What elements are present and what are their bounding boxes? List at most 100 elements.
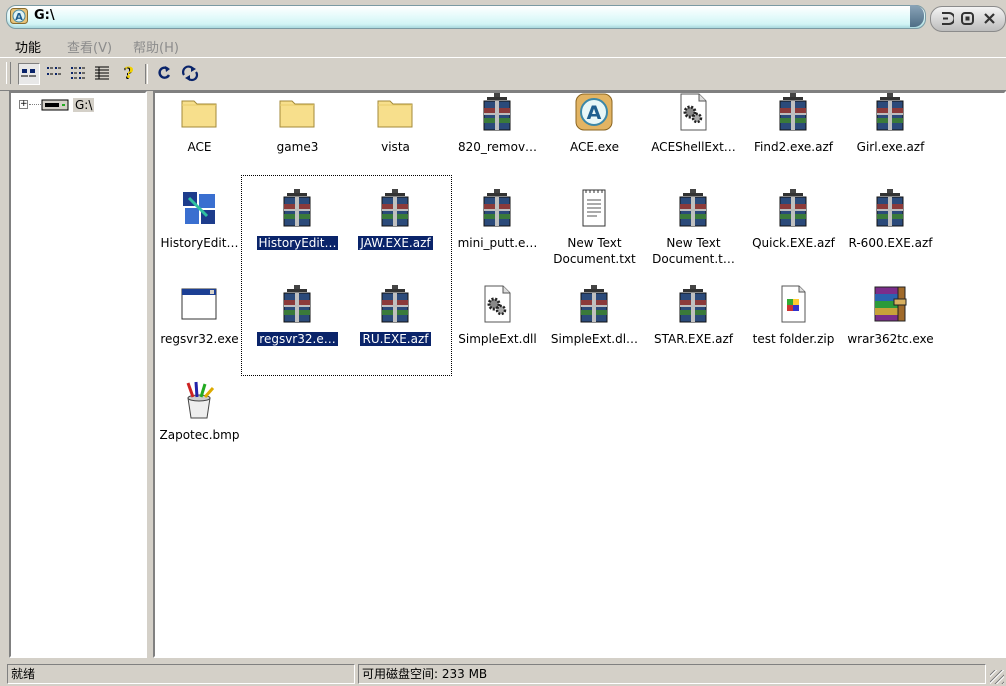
file-name-text: game3 bbox=[276, 140, 319, 154]
file-item[interactable]: New Text Document.txt bbox=[546, 188, 643, 278]
file-item[interactable]: HistoryEdit… bbox=[151, 188, 248, 278]
file-name-text: ACEShellExt… bbox=[651, 140, 736, 154]
sync-button[interactable] bbox=[180, 63, 202, 85]
winrar-icon bbox=[870, 284, 910, 324]
file-item[interactable]: Find2.exe.azf bbox=[745, 92, 842, 182]
archive-icon bbox=[870, 92, 910, 132]
file-name-text: SimpleExt.dll bbox=[458, 332, 537, 346]
archive-icon bbox=[375, 188, 415, 228]
list-view-button[interactable] bbox=[68, 63, 90, 85]
menu-help[interactable]: 帮助(H) bbox=[133, 37, 179, 56]
file-name-label: RU.EXE.azf bbox=[347, 331, 444, 347]
file-item[interactable]: 820_remov… bbox=[449, 92, 546, 182]
expand-plus-icon[interactable]: + bbox=[19, 100, 28, 109]
file-name-label: mini_putt.e… bbox=[449, 235, 546, 251]
file-name-label: R-600.EXE.azf bbox=[842, 235, 939, 251]
file-name-label: ACEShellExt… bbox=[645, 139, 742, 155]
file-name-label: HistoryEdit… bbox=[151, 235, 248, 251]
archive-icon bbox=[277, 284, 317, 324]
file-item[interactable]: R-600.EXE.azf bbox=[842, 188, 939, 278]
file-item[interactable]: mini_putt.e… bbox=[449, 188, 546, 278]
folder-icon bbox=[179, 92, 219, 132]
folder-icon bbox=[277, 92, 317, 132]
archive-icon bbox=[477, 92, 517, 132]
ace-app-icon: A bbox=[574, 92, 614, 132]
file-name-text: RU.EXE.azf bbox=[360, 332, 431, 346]
file-name-line: Document.txt bbox=[553, 252, 636, 266]
file-item[interactable]: ACE bbox=[151, 92, 248, 182]
menu-function[interactable]: 功能 bbox=[15, 37, 41, 56]
folder-tree[interactable]: + G:\ bbox=[9, 91, 147, 658]
file-item[interactable]: A ACE.exe bbox=[546, 92, 643, 182]
file-item[interactable]: Quick.EXE.azf bbox=[745, 188, 842, 278]
file-name-label: New Text Document.t… bbox=[645, 235, 742, 267]
window-controls bbox=[930, 6, 1006, 32]
archive-icon bbox=[477, 188, 517, 228]
details-icon bbox=[95, 66, 109, 80]
file-name-label: vista bbox=[347, 139, 444, 155]
file-item[interactable]: JAW.EXE.azf bbox=[347, 188, 444, 278]
file-name-label: Quick.EXE.azf bbox=[745, 235, 842, 251]
svg-text:A: A bbox=[15, 12, 23, 23]
file-item[interactable]: New Text Document.t… bbox=[645, 188, 742, 278]
file-item[interactable]: STAR.EXE.azf bbox=[645, 284, 742, 374]
status-free-space: 可用磁盘空间: 233 MB bbox=[358, 664, 986, 684]
refresh-icon bbox=[158, 66, 171, 79]
sync-icon bbox=[182, 65, 199, 82]
dll-gear-icon bbox=[477, 284, 517, 324]
status-bar: 就绪 可用磁盘空间: 233 MB bbox=[0, 662, 1006, 686]
file-name-label: test folder.zip bbox=[745, 331, 842, 347]
toolbar-grip[interactable] bbox=[6, 62, 11, 84]
maximize-icon[interactable] bbox=[959, 10, 976, 27]
window-app-icon bbox=[179, 284, 219, 324]
large-icons-icon bbox=[21, 69, 36, 77]
file-name-label: Find2.exe.azf bbox=[745, 139, 842, 155]
dll-gear-icon bbox=[673, 92, 713, 132]
title-bar[interactable]: A G:\ bbox=[0, 0, 1006, 34]
hard-drive-icon bbox=[41, 99, 69, 111]
file-item[interactable]: wrar362tc.exe bbox=[842, 284, 939, 374]
file-item[interactable]: SimpleExt.dll bbox=[449, 284, 546, 374]
file-name-label: Girl.exe.azf bbox=[842, 139, 939, 155]
file-name-text: HistoryEdit… bbox=[256, 236, 339, 250]
status-ready: 就绪 bbox=[7, 664, 355, 684]
archive-icon bbox=[673, 188, 713, 228]
tree-root-label: G:\ bbox=[73, 98, 95, 112]
large-icons-view-button[interactable] bbox=[18, 63, 40, 85]
file-name-label: ACE.exe bbox=[546, 139, 643, 155]
file-name-label: ACE bbox=[151, 139, 248, 155]
archive-icon bbox=[375, 284, 415, 324]
svg-text:?: ? bbox=[124, 63, 133, 82]
file-item[interactable]: Zapotec.bmp bbox=[151, 380, 248, 470]
file-item[interactable]: test folder.zip bbox=[745, 284, 842, 374]
file-name-label: wrar362tc.exe bbox=[842, 331, 939, 347]
file-name-text: SimpleExt.dl… bbox=[550, 332, 639, 346]
file-name-text: Find2.exe.azf bbox=[753, 140, 833, 154]
file-name-label: HistoryEdit… bbox=[249, 235, 346, 251]
minimize-icon[interactable] bbox=[937, 10, 954, 27]
file-item[interactable]: Girl.exe.azf bbox=[842, 92, 939, 182]
ace-app-icon[interactable]: A bbox=[10, 8, 28, 24]
file-item[interactable]: regsvr32.e… bbox=[249, 284, 346, 374]
details-view-button[interactable] bbox=[92, 63, 114, 85]
file-name-label: Zapotec.bmp bbox=[151, 427, 248, 443]
file-name-line: New Text bbox=[666, 236, 721, 250]
file-item[interactable]: SimpleExt.dl… bbox=[546, 284, 643, 374]
text-document-icon bbox=[574, 188, 614, 228]
file-item[interactable]: regsvr32.exe bbox=[151, 284, 248, 374]
file-item[interactable]: ACEShellExt… bbox=[645, 92, 742, 182]
resize-grip[interactable] bbox=[990, 670, 1004, 684]
file-item[interactable]: RU.EXE.azf bbox=[347, 284, 444, 374]
refresh-button[interactable] bbox=[154, 63, 176, 85]
file-name-text: JAW.EXE.azf bbox=[358, 236, 433, 250]
file-name-label: JAW.EXE.azf bbox=[347, 235, 444, 251]
help-button[interactable]: ? ? bbox=[118, 63, 140, 85]
file-name-text: vista bbox=[381, 140, 410, 154]
close-icon[interactable] bbox=[981, 10, 998, 27]
menu-view[interactable]: 查看(V) bbox=[67, 37, 112, 56]
small-icons-view-button[interactable] bbox=[44, 63, 66, 85]
file-item[interactable]: HistoryEdit… bbox=[249, 188, 346, 278]
menu-bar: 功能 查看(V) 帮助(H) bbox=[0, 34, 1006, 56]
file-item[interactable]: game3 bbox=[249, 92, 346, 182]
file-item[interactable]: vista bbox=[347, 92, 444, 182]
